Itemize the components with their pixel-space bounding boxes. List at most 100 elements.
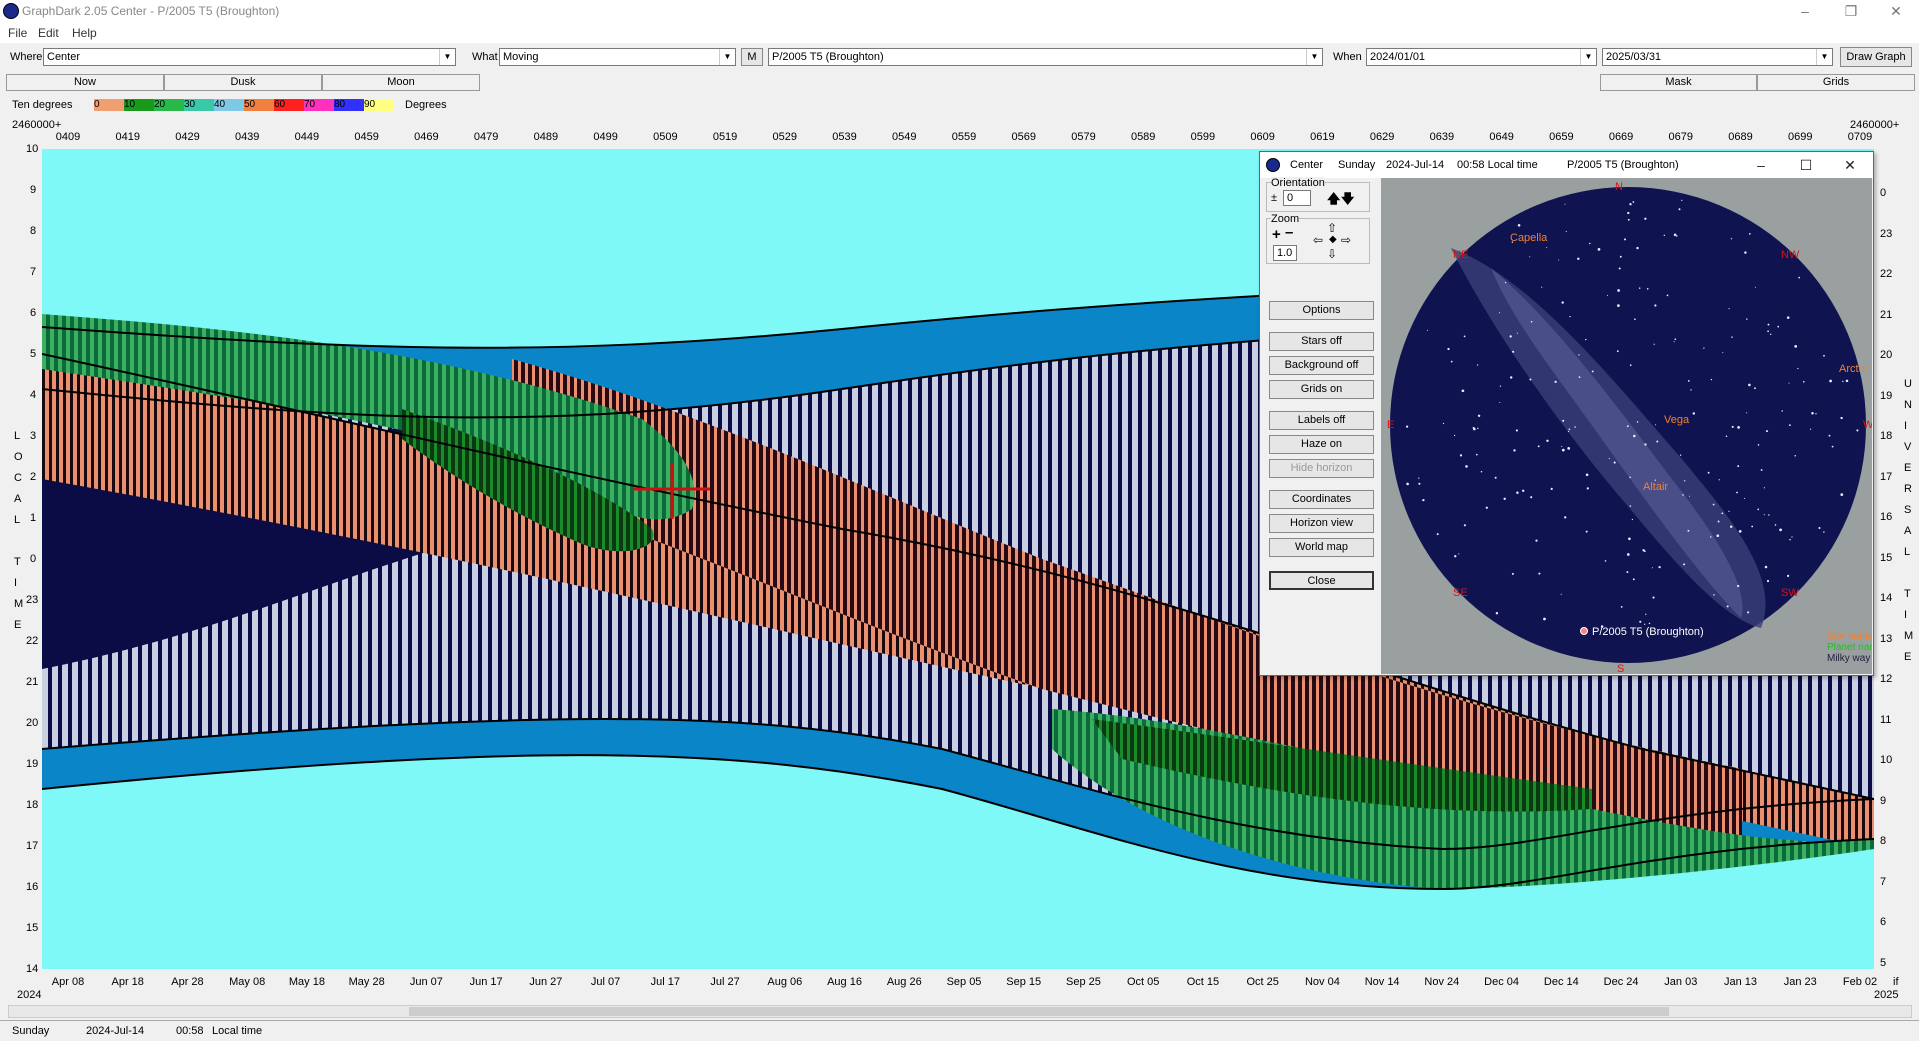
draw-graph-button[interactable]: Draw Graph: [1840, 47, 1912, 67]
zoom-input[interactable]: 1.0: [1273, 245, 1297, 261]
star-dot: [1713, 594, 1715, 596]
jd-tick-label: 0509: [653, 131, 678, 143]
date-tick-label: May 08: [229, 976, 266, 988]
star-dot: [1406, 482, 1409, 486]
mask-button[interactable]: Mask: [1600, 74, 1757, 91]
left-hour-label: 20: [26, 717, 39, 729]
pan-right-icon[interactable]: ⇨: [1341, 233, 1351, 247]
what-value: Moving: [503, 51, 539, 63]
stars-off-button[interactable]: Stars off: [1269, 332, 1374, 351]
close-button[interactable]: ✕: [1873, 0, 1919, 23]
universal-time-title-letter: A: [1904, 525, 1912, 537]
where-select[interactable]: Center ▼: [43, 48, 456, 66]
star-dot: [1503, 497, 1506, 501]
minimize-button[interactable]: –: [1782, 0, 1828, 23]
star-dot: [1561, 301, 1564, 304]
horizontal-scrollbar[interactable]: [8, 1005, 1912, 1018]
status-day: Sunday: [12, 1025, 50, 1037]
star-dot: [1760, 469, 1763, 471]
star-dot: [1678, 208, 1681, 211]
star-dot: [1639, 620, 1642, 623]
orientation-group: Orientation ± 0 🡅 🡇: [1266, 177, 1370, 212]
star-dot: [1687, 529, 1690, 532]
m-button[interactable]: M: [741, 48, 763, 66]
comet-label: P/2005 T5 (Broughton): [1592, 626, 1704, 638]
horizon-view-button[interactable]: Horizon view: [1269, 514, 1374, 533]
pan-down-icon[interactable]: ⇩: [1327, 247, 1337, 261]
sky-title-day: Sunday: [1338, 159, 1376, 171]
star-dot: [1475, 453, 1478, 456]
orientation-input[interactable]: 0: [1283, 190, 1311, 206]
now-button[interactable]: Now: [6, 74, 164, 91]
hide-horizon-button[interactable]: Hide horizon: [1269, 459, 1374, 478]
rotate-down-icon[interactable]: 🡇: [1341, 190, 1354, 212]
local-time-title-letter: I: [14, 577, 18, 589]
sky-view-window[interactable]: Center Sunday 2024-Jul-14 00:58 Local ti…: [1259, 151, 1874, 676]
local-time-title-letter: M: [14, 598, 24, 610]
dir-s: S: [1617, 663, 1624, 674]
axis-tag: if: [1893, 976, 1899, 988]
star-dot: [1823, 354, 1825, 357]
object-select[interactable]: P/2005 T5 (Broughton) ▼: [768, 48, 1323, 66]
star-dot: [1823, 531, 1825, 533]
date-tick-label: Nov 24: [1424, 976, 1460, 988]
sky-maximize-button[interactable]: ☐: [1786, 154, 1826, 177]
orientation-spin-icon[interactable]: ±: [1271, 192, 1277, 204]
menu-help[interactable]: Help: [72, 26, 97, 40]
legend-step: 0: [94, 99, 124, 111]
star-dot: [1522, 489, 1525, 492]
right-hour-label: 14: [1880, 592, 1893, 605]
star-dot: [1779, 528, 1782, 532]
moon-button[interactable]: Moon: [322, 74, 480, 91]
star-dot: [1721, 512, 1724, 515]
star-dot: [1658, 565, 1661, 569]
star-dot: [1546, 439, 1549, 443]
title-bar: GraphDark 2.05 Center - P/2005 T5 (Broug…: [0, 0, 1919, 23]
sky-chart[interactable]: N NE NW E W SE SW S Capella Vega Altair …: [1381, 178, 1872, 674]
menu-edit[interactable]: Edit: [38, 26, 59, 40]
star-dot: [1710, 378, 1713, 381]
pan-left-icon[interactable]: ⇦: [1313, 233, 1323, 247]
star-dot: [1840, 416, 1843, 420]
grids-on-button[interactable]: Grids on: [1269, 380, 1374, 399]
star-dot: [1509, 335, 1512, 338]
from-date-select[interactable]: 2024/01/01 ▼: [1366, 48, 1597, 66]
what-select[interactable]: Moving ▼: [499, 48, 736, 66]
background-off-button[interactable]: Background off: [1269, 356, 1374, 375]
haze-on-button[interactable]: Haze on: [1269, 435, 1374, 454]
sky-close-button[interactable]: ✕: [1830, 154, 1870, 177]
date-tick-label: Nov 14: [1364, 976, 1400, 988]
menu-file[interactable]: File: [8, 26, 27, 40]
star-dot: [1472, 426, 1475, 429]
labels-off-button[interactable]: Labels off: [1269, 411, 1374, 430]
dusk-button[interactable]: Dusk: [164, 74, 322, 91]
sky-minimize-button[interactable]: –: [1741, 154, 1781, 177]
star-dot: [1788, 424, 1791, 427]
zoom-in-icon[interactable]: +: [1272, 226, 1281, 243]
star-dot: [1803, 381, 1805, 383]
world-map-button[interactable]: World map: [1269, 538, 1374, 557]
star-dot: [1512, 350, 1515, 353]
pan-up-icon[interactable]: ⇧: [1327, 221, 1337, 235]
chevron-down-icon: ▼: [1306, 49, 1322, 65]
jd-tick-label: 0699: [1788, 131, 1813, 143]
zoom-out-icon[interactable]: –: [1285, 224, 1293, 241]
star-dot: [1626, 571, 1629, 574]
star-dot: [1619, 255, 1622, 258]
close-sky-button[interactable]: Close: [1269, 571, 1374, 590]
star-dot: [1757, 508, 1760, 511]
coordinates-button[interactable]: Coordinates: [1269, 490, 1374, 509]
to-date-select[interactable]: 2025/03/31 ▼: [1602, 48, 1833, 66]
pan-center-icon[interactable]: ◆: [1329, 234, 1337, 245]
rotate-up-icon[interactable]: 🡅: [1327, 190, 1340, 212]
maximize-button[interactable]: ❐: [1828, 0, 1874, 23]
star-dot: [1652, 596, 1655, 599]
options-button[interactable]: Options: [1269, 301, 1374, 320]
grids-button[interactable]: Grids: [1757, 74, 1915, 91]
star-dot: [1717, 520, 1720, 523]
star-dot: [1769, 333, 1772, 336]
scrollbar-thumb[interactable]: [409, 1007, 1669, 1016]
star-dot: [1463, 335, 1466, 338]
legend-step: 60: [274, 99, 304, 111]
star-dot: [1477, 414, 1481, 418]
